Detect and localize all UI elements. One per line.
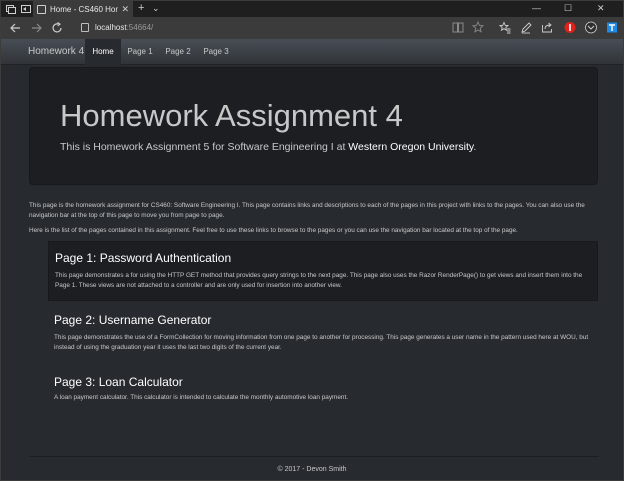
url-port: :54664/ <box>126 23 154 32</box>
site-navbar: Homework 4 Home Page 1 Page 2 Page 3 <box>1 39 623 65</box>
nav-item-page-1[interactable]: Page 1 <box>121 39 159 65</box>
extension-dark-icon[interactable] <box>585 21 597 34</box>
window-minimize-icon[interactable]: — <box>532 3 541 13</box>
nav-item-home[interactable]: Home <box>85 39 121 65</box>
page-viewport: Homework 4 Home Page 1 Page 2 Page 3 Hom… <box>1 39 623 480</box>
page-3-heading[interactable]: Page 3: Loan Calculator <box>54 375 183 389</box>
page-2-description: This page demonstrates the use of a Form… <box>54 334 589 351</box>
page-subtitle: This is Homework Assignment 5 for Softwa… <box>60 141 476 153</box>
window-close-icon[interactable]: ✕ <box>597 3 605 14</box>
browser-toolbar: localhost:54664/ <box>1 17 623 39</box>
tab-list-icon[interactable] <box>5 3 17 15</box>
nav-item-page-3[interactable]: Page 3 <box>197 39 235 65</box>
page-2-section: Page 2: Username Generator This page dem… <box>48 309 598 357</box>
tab-menu-chevron-icon[interactable]: ⌄ <box>152 3 160 14</box>
forward-arrow-icon[interactable] <box>30 21 43 35</box>
window-maximize-icon[interactable]: ☐ <box>564 3 572 14</box>
url-host: localhost <box>95 23 127 32</box>
jumbotron: Homework Assignment 4 This is Homework A… <box>29 67 598 185</box>
page-title: Homework Assignment 4 <box>60 98 403 133</box>
page-1-section: Page 1: Password Authentication This pag… <box>48 241 598 301</box>
title-bar: Home - CS460 Homewo ✕ + ⌄ — ☐ ✕ <box>1 1 623 17</box>
new-tab-icon[interactable]: + <box>138 2 144 14</box>
share-icon[interactable] <box>541 21 553 34</box>
site-info-icon[interactable] <box>81 23 89 32</box>
university-name: Western Oregon University <box>348 141 474 153</box>
refresh-icon[interactable] <box>51 21 64 35</box>
reading-view-icon[interactable] <box>452 21 464 34</box>
page-favicon-icon <box>37 4 46 14</box>
footer-divider <box>29 456 599 457</box>
tab-close-icon[interactable]: ✕ <box>121 4 129 15</box>
subtitle-suffix: . <box>473 141 477 153</box>
address-bar[interactable]: localhost:54664/ <box>95 23 153 32</box>
page-1-description: This page demonstrates a for using the H… <box>55 272 583 289</box>
page-1-heading[interactable]: Page 1: Password Authentication <box>55 251 231 265</box>
web-note-pen-icon[interactable] <box>520 21 532 34</box>
tabs-aside-icon[interactable] <box>20 3 32 15</box>
footer-copyright: © 2017 - Devon Smith <box>277 466 347 473</box>
page-2-heading[interactable]: Page 2: Username Generator <box>54 313 211 327</box>
extension-blue-icon[interactable] <box>606 21 618 34</box>
browser-window: Home - CS460 Homewo ✕ + ⌄ — ☐ ✕ localhos… <box>0 0 624 481</box>
browser-tab-active[interactable]: Home - CS460 Homewo ✕ <box>33 1 133 17</box>
navbar-brand[interactable]: Homework 4 <box>28 46 84 57</box>
page-3-description: A loan payment calculator. This calculat… <box>54 394 349 401</box>
extension-red-icon[interactable] <box>564 21 576 34</box>
favorites-hub-icon[interactable] <box>499 21 511 34</box>
intro-paragraph-2: Here is the list of the pages contained … <box>29 227 518 234</box>
tab-title: Home - CS460 Homewo <box>50 4 118 14</box>
nav-item-page-2[interactable]: Page 2 <box>159 39 197 65</box>
subtitle-prefix: This is Homework Assignment 5 for Softwa… <box>60 141 349 153</box>
favorite-star-icon[interactable] <box>472 21 484 34</box>
page-3-section: Page 3: Loan Calculator A loan payment c… <box>48 371 598 405</box>
intro-paragraph-1: This page is the homework assignment for… <box>29 202 585 219</box>
back-arrow-icon[interactable] <box>9 21 22 35</box>
